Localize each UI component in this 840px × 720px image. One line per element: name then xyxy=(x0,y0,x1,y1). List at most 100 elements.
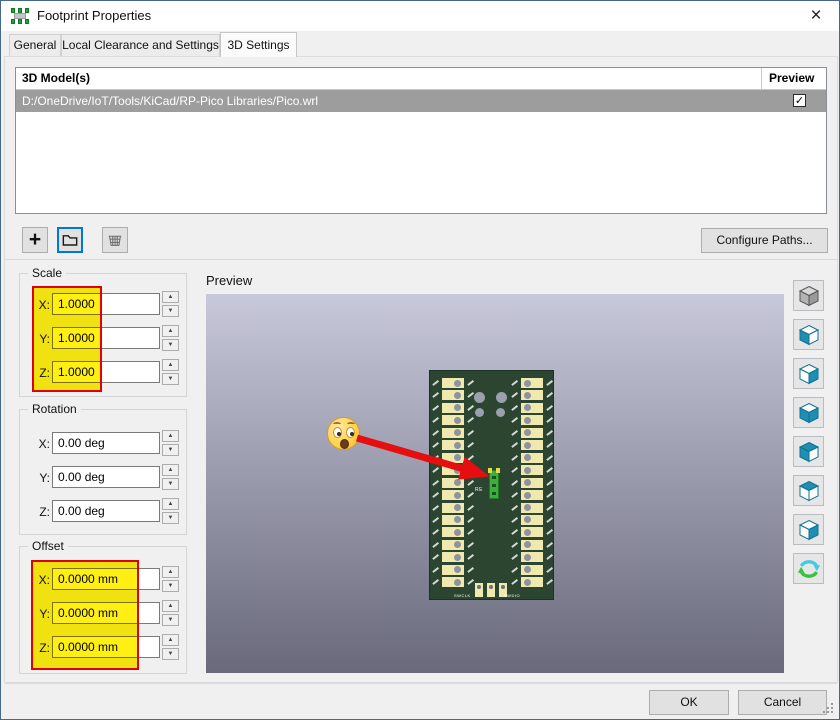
silkscreen-pin-label xyxy=(546,417,552,422)
silkscreen-pin-label xyxy=(432,405,438,410)
offset-group-label: Offset xyxy=(28,539,68,553)
close-icon[interactable]: × xyxy=(799,3,833,29)
through-hole-pad xyxy=(442,428,464,438)
rotation-z-input[interactable] xyxy=(52,500,160,522)
rotation-y-label: Y: xyxy=(34,471,50,485)
rotation-y-input[interactable] xyxy=(52,466,160,488)
delete-model-button[interactable] xyxy=(102,227,128,253)
rotation-x-input[interactable] xyxy=(52,432,160,454)
silkscreen-pin-label xyxy=(432,505,438,510)
offset-y-input[interactable] xyxy=(52,602,160,624)
through-hole-pad xyxy=(442,478,464,488)
model-path: D:/OneDrive/IoT/Tools/KiCad/RP-Pico Libr… xyxy=(22,94,318,108)
tab-general[interactable]: General xyxy=(9,34,61,56)
silkscreen-pin-label xyxy=(546,467,552,472)
mounting-hole xyxy=(496,408,505,417)
scale-y-input[interactable] xyxy=(52,327,160,349)
footprint-properties-dialog: Footprint Properties × General Local Cle… xyxy=(0,0,840,720)
offset-z-input[interactable] xyxy=(52,636,160,658)
silkscreen-pin-label xyxy=(511,442,517,447)
silkscreen-pin-label xyxy=(546,380,552,385)
preview-viewport[interactable]: RE SWCLK SWDIO xyxy=(206,294,784,673)
silkscreen-pin-label xyxy=(432,417,438,422)
through-hole-pad xyxy=(442,503,464,513)
debug-pad xyxy=(475,583,483,597)
silkscreen-pin-label xyxy=(546,579,552,584)
reload-view-icon xyxy=(797,557,821,581)
through-hole-pad xyxy=(442,378,464,388)
offset-y-spinner[interactable]: ▲▼ xyxy=(162,600,179,626)
silkscreen-pin-label xyxy=(511,480,517,485)
window-title: Footprint Properties xyxy=(37,8,151,23)
model-table-row[interactable]: D:/OneDrive/IoT/Tools/KiCad/RP-Pico Libr… xyxy=(16,90,826,112)
silkscreen-pin-label xyxy=(511,405,517,410)
view-left-button[interactable] xyxy=(793,319,824,350)
scale-z-spinner[interactable]: ▲▼ xyxy=(162,359,179,385)
view-left-icon xyxy=(797,323,821,347)
view-top-button[interactable] xyxy=(793,475,824,506)
through-hole-pad xyxy=(521,390,543,400)
scale-x-input[interactable] xyxy=(52,293,160,315)
rotation-x-spinner[interactable]: ▲▼ xyxy=(162,430,179,456)
ok-button[interactable]: OK xyxy=(649,690,729,715)
add-model-button[interactable]: + xyxy=(22,227,48,253)
browse-model-button[interactable] xyxy=(57,227,83,253)
tab-3d-settings[interactable]: 3D Settings xyxy=(220,32,297,57)
offset-group: Offset X: ▲▼ Y: ▲▼ Z: ▲▼ xyxy=(19,546,187,674)
scale-y-spinner[interactable]: ▲▼ xyxy=(162,325,179,351)
model-table-header: 3D Model(s) Preview xyxy=(16,68,826,90)
column-header-preview: Preview xyxy=(761,68,826,90)
silkscreen-pin-label xyxy=(432,442,438,447)
view-top-icon xyxy=(797,479,821,503)
scale-x-label: X: xyxy=(34,298,50,312)
silkscreen-pin-label xyxy=(546,542,552,547)
reload-view-button[interactable] xyxy=(793,553,824,584)
silkscreen-pin-label xyxy=(467,517,473,522)
offset-y-label: Y: xyxy=(34,607,50,621)
through-hole-pad xyxy=(442,440,464,450)
offset-x-input[interactable] xyxy=(52,568,160,590)
scale-y-label: Y: xyxy=(34,332,50,346)
silkscreen-pin-label xyxy=(467,405,473,410)
cancel-button[interactable]: Cancel xyxy=(738,690,827,715)
preview-checkbox[interactable]: ✓ xyxy=(793,94,806,107)
configure-paths-button[interactable]: Configure Paths... xyxy=(701,228,828,253)
silkscreen-pin-label xyxy=(467,430,473,435)
silkscreen-pin-label xyxy=(432,392,438,397)
through-hole-pad xyxy=(442,453,464,463)
through-hole-pad xyxy=(442,577,464,587)
through-hole-pad xyxy=(442,540,464,550)
resize-grip[interactable] xyxy=(823,703,835,715)
silkscreen-pin-label xyxy=(467,505,473,510)
isometric-view-button[interactable] xyxy=(793,280,824,311)
scale-group: Scale X: ▲▼ Y: ▲▼ Z: ▲▼ xyxy=(19,273,187,397)
silkscreen-pin-label xyxy=(511,380,517,385)
silkscreen-pin-label xyxy=(467,467,473,472)
rotation-group-label: Rotation xyxy=(28,402,81,416)
offset-z-spinner[interactable]: ▲▼ xyxy=(162,634,179,660)
silkscreen-pin-label xyxy=(546,492,552,497)
rotation-y-spinner[interactable]: ▲▼ xyxy=(162,464,179,490)
silkscreen-pin-label xyxy=(546,567,552,572)
view-back-button[interactable] xyxy=(793,436,824,467)
view-right-button[interactable] xyxy=(793,358,824,389)
scale-z-input[interactable] xyxy=(52,361,160,383)
through-hole-pad xyxy=(521,577,543,587)
offset-x-label: X: xyxy=(34,573,50,587)
silkscreen-pin-label xyxy=(467,392,473,397)
rotation-z-spinner[interactable]: ▲▼ xyxy=(162,498,179,524)
view-front-button[interactable] xyxy=(793,397,824,428)
isometric-view-icon xyxy=(797,284,821,308)
silkscreen-pin-label xyxy=(432,554,438,559)
view-bottom-button[interactable] xyxy=(793,514,824,545)
scale-x-spinner[interactable]: ▲▼ xyxy=(162,291,179,317)
through-hole-pad xyxy=(442,527,464,537)
through-hole-pad xyxy=(442,490,464,500)
tab-local-clearance-and-settings[interactable]: Local Clearance and Settings xyxy=(61,34,220,56)
through-hole-pad xyxy=(442,390,464,400)
offset-x-spinner[interactable]: ▲▼ xyxy=(162,566,179,592)
component-ref-label: RE xyxy=(475,487,483,493)
silkscreen-pin-label xyxy=(511,554,517,559)
through-hole-pad xyxy=(521,552,543,562)
plus-icon: + xyxy=(29,230,41,250)
